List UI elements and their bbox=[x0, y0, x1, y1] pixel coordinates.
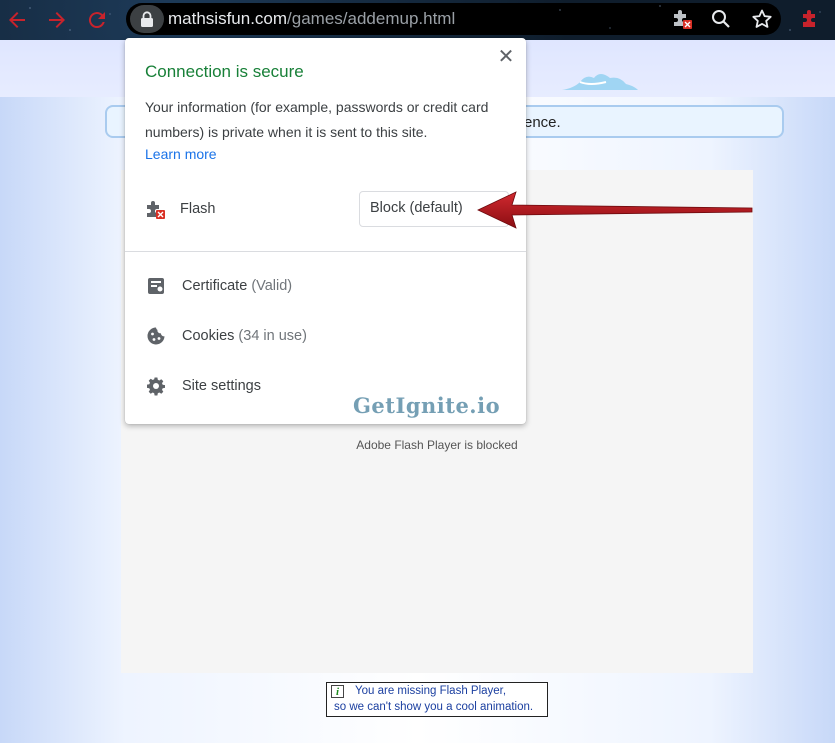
cookie-icon bbox=[147, 327, 165, 345]
site-info-button[interactable] bbox=[130, 5, 164, 33]
certificate-icon bbox=[148, 278, 164, 294]
missing-flash-notice[interactable]: i You are missing Flash Player, so we ca… bbox=[326, 682, 548, 717]
popup-title: Connection is secure bbox=[145, 62, 304, 81]
cookies-label: Cookies (34 in use) bbox=[182, 328, 307, 344]
certificate-row[interactable]: Certificate (Valid) bbox=[125, 267, 526, 307]
certificate-status: (Valid) bbox=[251, 278, 293, 294]
certificate-text: Certificate bbox=[182, 278, 248, 294]
annotation-arrow bbox=[477, 191, 753, 229]
flash-notice-line-2: so we can't show you a cool animation. bbox=[334, 701, 534, 713]
url-text[interactable]: mathsisfun.com/games/addemup.html bbox=[168, 9, 455, 29]
cookies-row[interactable]: Cookies (34 in use) bbox=[125, 317, 526, 357]
learn-more-link[interactable]: Learn more bbox=[145, 146, 217, 162]
flash-label: Flash bbox=[180, 201, 216, 217]
gear-icon bbox=[147, 377, 165, 396]
info-icon: i bbox=[331, 685, 344, 698]
popup-description: Your information (for example, passwords… bbox=[145, 99, 489, 140]
certificate-label: Certificate (Valid) bbox=[182, 278, 292, 294]
lock-icon bbox=[141, 11, 153, 27]
site-info-popup: ✕ Connection is secure Your information … bbox=[125, 38, 526, 424]
cookies-status: (34 in use) bbox=[238, 328, 307, 344]
url-host: mathsisfun.com bbox=[168, 9, 288, 28]
star-icon[interactable] bbox=[751, 8, 773, 30]
site-settings-label: Site settings bbox=[182, 378, 261, 394]
extension-icon[interactable] bbox=[800, 8, 822, 30]
watermark: GetIgnite.io bbox=[353, 393, 501, 418]
browser-toolbar: mathsisfun.com/games/addemup.html bbox=[0, 0, 835, 40]
reload-icon[interactable] bbox=[85, 8, 109, 32]
flash-notice-line-1: You are missing Flash Player, bbox=[355, 685, 507, 697]
omnibox[interactable]: mathsisfun.com/games/addemup.html bbox=[126, 3, 781, 35]
url-path: /games/addemup.html bbox=[287, 9, 456, 28]
close-icon[interactable]: ✕ bbox=[495, 45, 517, 67]
back-icon[interactable] bbox=[5, 8, 29, 32]
popup-divider bbox=[125, 251, 526, 252]
cookies-text: Cookies bbox=[182, 328, 235, 344]
flash-blocked-message: Adobe Flash Player is blocked bbox=[356, 438, 518, 452]
cloud-decoration bbox=[562, 74, 638, 90]
zoom-icon[interactable] bbox=[710, 8, 732, 30]
flash-blocked-icon[interactable] bbox=[671, 8, 693, 30]
flash-plugin-icon bbox=[145, 199, 167, 221]
forward-icon[interactable] bbox=[45, 8, 69, 32]
